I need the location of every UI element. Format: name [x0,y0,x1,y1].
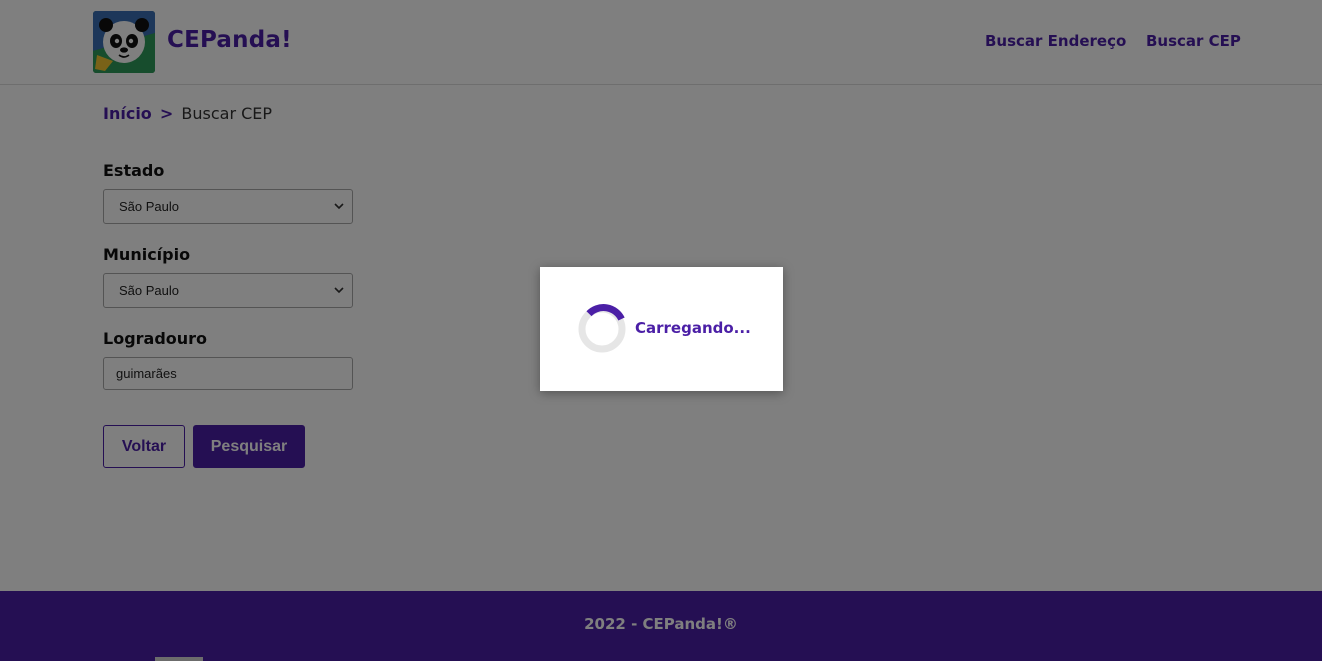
spinner-icon [578,304,626,353]
loading-dialog: Carregando... [540,267,783,391]
loading-text: Carregando... [635,319,751,337]
loading-overlay: Carregando... [0,0,1322,661]
